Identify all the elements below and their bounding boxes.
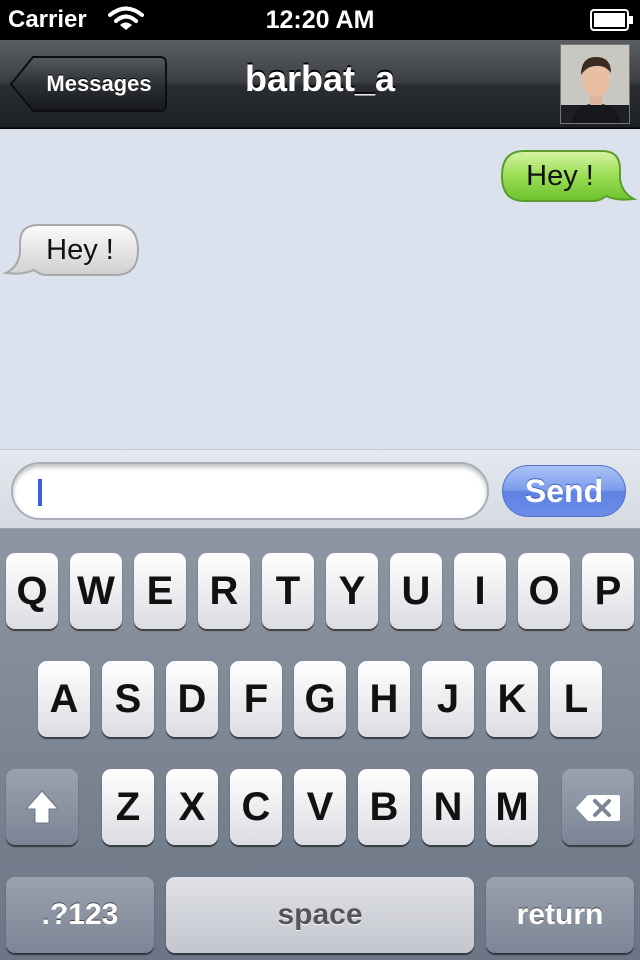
back-button[interactable]: Messages (10, 55, 168, 113)
battery-icon (590, 9, 634, 31)
outgoing-message-bubble[interactable]: Hey ! (498, 149, 638, 205)
key-w[interactable]: W (70, 553, 122, 629)
key-s[interactable]: S (102, 661, 154, 737)
key-g[interactable]: G (294, 661, 346, 737)
send-button[interactable]: Send (502, 465, 626, 517)
key-c[interactable]: C (230, 769, 282, 845)
key-e[interactable]: E (134, 553, 186, 629)
contact-avatar[interactable] (560, 44, 630, 124)
key-o[interactable]: O (518, 553, 570, 629)
keyboard: Q W E R T Y U I O P A S D F G H J K L Z … (0, 529, 640, 960)
key-a[interactable]: A (38, 661, 90, 737)
numbers-key[interactable]: .?123 (6, 877, 154, 953)
key-i[interactable]: I (454, 553, 506, 629)
key-j[interactable]: J (422, 661, 474, 737)
message-input[interactable] (11, 462, 489, 520)
key-m[interactable]: M (486, 769, 538, 845)
return-key[interactable]: return (486, 877, 634, 953)
key-k[interactable]: K (486, 661, 538, 737)
incoming-message-bubble[interactable]: Hey ! (2, 223, 142, 279)
incoming-message-text: Hey ! (46, 234, 114, 266)
key-f[interactable]: F (230, 661, 282, 737)
key-r[interactable]: R (198, 553, 250, 629)
message-input-bar: Send (0, 449, 640, 529)
key-d[interactable]: D (166, 661, 218, 737)
conversation-area[interactable]: Hey ! Hey ! (0, 129, 640, 449)
key-p[interactable]: P (582, 553, 634, 629)
back-button-label: Messages (46, 71, 152, 96)
backspace-icon (576, 795, 620, 821)
outgoing-message-text: Hey ! (526, 160, 594, 192)
status-bar: Carrier 12:20 AM (0, 0, 640, 40)
backspace-key[interactable] (562, 769, 634, 845)
key-x[interactable]: X (166, 769, 218, 845)
key-z[interactable]: Z (102, 769, 154, 845)
key-h[interactable]: H (358, 661, 410, 737)
key-v[interactable]: V (294, 769, 346, 845)
key-n[interactable]: N (422, 769, 474, 845)
navigation-bar: Messages barbat_a (0, 40, 640, 128)
text-cursor (38, 479, 42, 506)
key-l[interactable]: L (550, 661, 602, 737)
conversation-title: barbat_a (244, 58, 396, 99)
key-y[interactable]: Y (326, 553, 378, 629)
key-t[interactable]: T (262, 553, 314, 629)
key-b[interactable]: B (358, 769, 410, 845)
key-q[interactable]: Q (6, 553, 58, 629)
space-key[interactable]: space (166, 877, 474, 953)
key-u[interactable]: U (390, 553, 442, 629)
shift-key[interactable] (6, 769, 78, 845)
shift-icon (24, 790, 60, 824)
clock: 12:20 AM (265, 6, 375, 34)
